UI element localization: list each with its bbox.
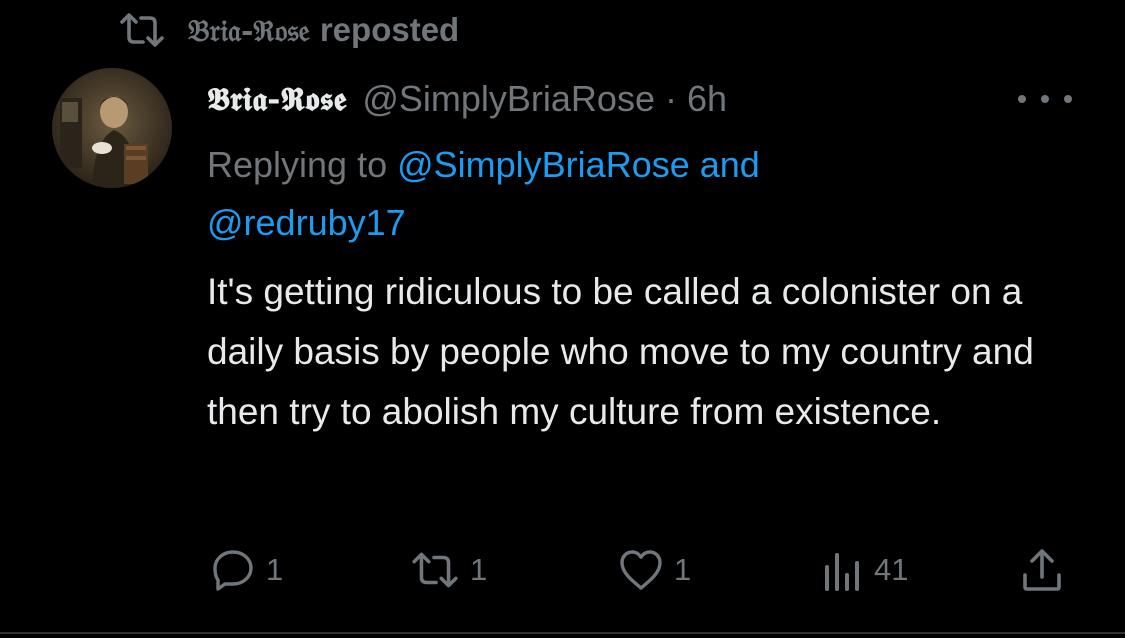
reply-icon bbox=[210, 547, 256, 593]
reply-mention-joiner[interactable]: and bbox=[690, 144, 760, 185]
share-button[interactable] bbox=[1020, 540, 1064, 600]
more-horizontal-icon bbox=[1041, 95, 1049, 103]
views-button[interactable]: 41 bbox=[822, 540, 908, 600]
separator-dot: · bbox=[664, 78, 677, 119]
reply-mention-link[interactable]: @SimplyBriaRose bbox=[397, 144, 690, 185]
reply-button[interactable]: 1 bbox=[210, 540, 283, 600]
tweet-text: It's getting ridiculous to be called a c… bbox=[207, 271, 1034, 432]
repost-user-name[interactable]: 𝔅𝔯𝔦𝔞-ℜ𝔬𝔰𝔢 bbox=[188, 14, 310, 49]
views-icon bbox=[822, 547, 864, 593]
more-options-button[interactable] bbox=[1018, 84, 1072, 114]
display-name[interactable]: 𝕭𝖗𝖎𝖆-𝕽𝖔𝖘𝖊 bbox=[207, 80, 346, 119]
repost-banner[interactable]: 𝔅𝔯𝔦𝔞-ℜ𝔬𝔰𝔢 reposted bbox=[118, 8, 459, 52]
avatar[interactable] bbox=[52, 68, 172, 188]
reply-count: 1 bbox=[266, 552, 284, 587]
repost-count: 1 bbox=[470, 552, 488, 587]
share-icon bbox=[1020, 547, 1064, 593]
repost-button[interactable]: 1 bbox=[410, 540, 487, 600]
like-count: 1 bbox=[674, 552, 692, 587]
repost-label: 𝔅𝔯𝔦𝔞-ℜ𝔬𝔰𝔢 reposted bbox=[188, 11, 459, 49]
like-button[interactable]: 1 bbox=[618, 540, 691, 600]
more-horizontal-icon bbox=[1064, 95, 1072, 103]
replying-prefix: Replying to bbox=[207, 144, 398, 185]
replying-to: Replying to @SimplyBriaRose and @redruby1… bbox=[207, 136, 1087, 252]
heart-icon bbox=[618, 548, 664, 592]
reply-mention-link[interactable]: @redruby17 bbox=[207, 202, 406, 243]
action-bar: 1 1 1 41 bbox=[210, 540, 1080, 600]
tweet-header: 𝕭𝖗𝖎𝖆-𝕽𝖔𝖘𝖊 @SimplyBriaRose · 6h bbox=[207, 72, 727, 126]
divider bbox=[0, 632, 1125, 634]
timestamp[interactable]: 6h bbox=[687, 78, 727, 120]
repost-icon bbox=[410, 549, 460, 591]
user-handle[interactable]: @SimplyBriaRose bbox=[362, 78, 655, 120]
repost-icon bbox=[118, 10, 166, 50]
more-horizontal-icon bbox=[1018, 95, 1026, 103]
views-count: 41 bbox=[874, 552, 909, 587]
repost-verb: reposted bbox=[319, 11, 460, 48]
